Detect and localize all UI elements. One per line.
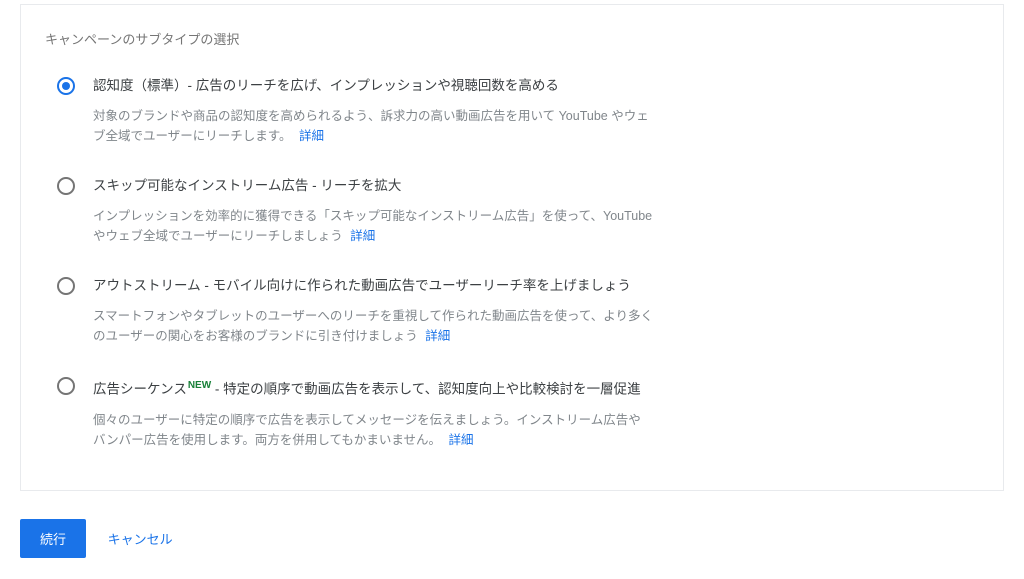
section-title: キャンペーンのサブタイプの選択 (45, 29, 979, 48)
option-body: アウトストリーム - モバイル向けに作られた動画広告でユーザーリーチ率を上げまし… (93, 276, 653, 346)
option-skippable-instream[interactable]: スキップ可能なインストリーム広告 - リーチを拡大 インプレッションを効率的に獲… (57, 176, 979, 246)
option-desc-text: 個々のユーザーに特定の順序で広告を表示してメッセージを伝えましょう。インストリー… (93, 413, 641, 447)
option-title-pre: 広告シーケンス (93, 382, 187, 397)
option-title: 広告シーケンスNEW - 特定の順序で動画広告を表示して、認知度向上や比較検討を… (93, 376, 653, 400)
learn-more-link[interactable]: 詳細 (299, 129, 324, 143)
learn-more-link[interactable]: 詳細 (425, 329, 450, 343)
cancel-button[interactable]: キャンセル (108, 529, 173, 548)
continue-button[interactable]: 続行 (20, 519, 86, 558)
option-desc: スマートフォンやタブレットのユーザーへのリーチを重視して作られた動画広告を使って… (93, 306, 653, 346)
option-body: 広告シーケンスNEW - 特定の順序で動画広告を表示して、認知度向上や比較検討を… (93, 376, 653, 450)
option-title: アウトストリーム - モバイル向けに作られた動画広告でユーザーリーチ率を上げまし… (93, 276, 653, 296)
option-desc: インプレッションを効率的に獲得できる「スキップ可能なインストリーム広告」を使って… (93, 206, 653, 246)
option-ad-sequence[interactable]: 広告シーケンスNEW - 特定の順序で動画広告を表示して、認知度向上や比較検討を… (57, 376, 979, 450)
footer-actions: 続行 キャンセル (0, 511, 1024, 578)
option-desc: 対象のブランドや商品の認知度を高められるよう、訴求力の高い動画広告を用いて Yo… (93, 106, 653, 146)
option-awareness-standard[interactable]: 認知度（標準）- 広告のリーチを広げ、インプレッションや視聴回数を高める 対象の… (57, 76, 979, 146)
option-desc-text: 対象のブランドや商品の認知度を高められるよう、訴求力の高い動画広告を用いて Yo… (93, 109, 649, 143)
option-body: スキップ可能なインストリーム広告 - リーチを拡大 インプレッションを効率的に獲… (93, 176, 653, 246)
option-desc: 個々のユーザーに特定の順序で広告を表示してメッセージを伝えましょう。インストリー… (93, 410, 653, 450)
new-badge: NEW (188, 380, 211, 391)
option-desc-text: スマートフォンやタブレットのユーザーへのリーチを重視して作られた動画広告を使って… (93, 309, 653, 343)
option-title-post: - 特定の順序で動画広告を表示して、認知度向上や比較検討を一層促進 (211, 382, 640, 397)
option-title: スキップ可能なインストリーム広告 - リーチを拡大 (93, 176, 653, 196)
radio-outstream[interactable] (57, 277, 75, 295)
option-title: 認知度（標準）- 広告のリーチを広げ、インプレッションや視聴回数を高める (93, 76, 653, 96)
subtype-selection-card: キャンペーンのサブタイプの選択 認知度（標準）- 広告のリーチを広げ、インプレッ… (20, 4, 1004, 491)
radio-skippable-instream[interactable] (57, 177, 75, 195)
options-list: 認知度（標準）- 広告のリーチを広げ、インプレッションや視聴回数を高める 対象の… (45, 76, 979, 450)
radio-ad-sequence[interactable] (57, 377, 75, 395)
learn-more-link[interactable]: 詳細 (449, 433, 474, 447)
learn-more-link[interactable]: 詳細 (350, 229, 375, 243)
option-body: 認知度（標準）- 広告のリーチを広げ、インプレッションや視聴回数を高める 対象の… (93, 76, 653, 146)
radio-awareness-standard[interactable] (57, 77, 75, 95)
option-outstream[interactable]: アウトストリーム - モバイル向けに作られた動画広告でユーザーリーチ率を上げまし… (57, 276, 979, 346)
